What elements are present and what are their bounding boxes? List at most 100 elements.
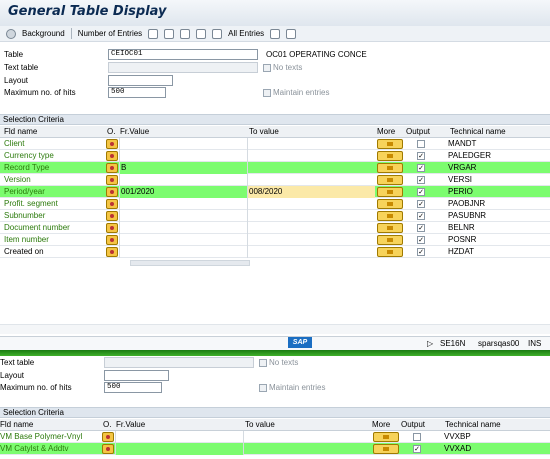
from-value-input[interactable] bbox=[119, 234, 247, 246]
option-selector-icon[interactable] bbox=[106, 247, 118, 257]
output-checkbox[interactable]: ✓ bbox=[417, 224, 425, 232]
from-value-input[interactable] bbox=[119, 246, 247, 258]
select-block-icon[interactable] bbox=[180, 28, 191, 39]
output-checkbox[interactable]: ✓ bbox=[417, 200, 425, 208]
output-checkbox[interactable]: ✓ bbox=[417, 176, 425, 184]
multiple-selection-button[interactable] bbox=[377, 199, 403, 209]
technical-name: HZDAT bbox=[448, 247, 475, 256]
text-table-label: Text table bbox=[4, 63, 39, 72]
to-value-input[interactable] bbox=[247, 246, 375, 258]
multiple-selection-button[interactable] bbox=[377, 175, 403, 185]
layout-input[interactable] bbox=[108, 75, 173, 86]
option-selector-icon[interactable] bbox=[102, 432, 114, 442]
option-selector-icon[interactable] bbox=[106, 235, 118, 245]
all-entries-icon[interactable] bbox=[212, 28, 223, 39]
table-input[interactable]: CEIOC01 bbox=[108, 49, 258, 60]
technical-name: PASUBNR bbox=[448, 211, 487, 220]
from-value-input[interactable] bbox=[119, 138, 247, 150]
to-value-input[interactable] bbox=[247, 222, 375, 234]
multiple-selection-button[interactable] bbox=[377, 187, 403, 197]
horizontal-scrollbar[interactable] bbox=[0, 324, 550, 334]
from-value-input[interactable] bbox=[115, 431, 243, 443]
output-checkbox[interactable]: ✓ bbox=[413, 445, 421, 453]
multiple-selection-button[interactable] bbox=[377, 235, 403, 245]
option-selector-icon[interactable] bbox=[106, 175, 118, 185]
to-value-input[interactable] bbox=[247, 150, 375, 162]
from-value-input[interactable] bbox=[119, 174, 247, 186]
option-selector-icon[interactable] bbox=[106, 151, 118, 161]
multiple-selection-button[interactable] bbox=[377, 163, 403, 173]
application-toolbar: Background Number of Entries All Entries bbox=[0, 26, 550, 42]
output-checkbox[interactable]: ✓ bbox=[417, 164, 425, 172]
multiple-selection-button[interactable] bbox=[373, 432, 399, 442]
from-value-input[interactable]: B bbox=[119, 162, 247, 174]
from-value-input[interactable] bbox=[119, 222, 247, 234]
option-selector-icon[interactable] bbox=[106, 223, 118, 233]
background-button[interactable]: Background bbox=[22, 29, 65, 38]
lower-no-texts-checkbox[interactable] bbox=[259, 359, 267, 367]
sap-logo: SAP bbox=[288, 337, 312, 348]
deselect-all-icon[interactable] bbox=[164, 28, 175, 39]
output-checkbox[interactable] bbox=[417, 140, 425, 148]
to-value-input[interactable] bbox=[247, 174, 375, 186]
technical-settings-icon[interactable] bbox=[286, 28, 297, 39]
execute-icon[interactable] bbox=[6, 28, 16, 39]
lower-max-hits-input[interactable]: 500 bbox=[104, 382, 162, 393]
to-value-input[interactable] bbox=[247, 162, 375, 174]
select-all-icon[interactable] bbox=[148, 28, 159, 39]
output-checkbox[interactable]: ✓ bbox=[417, 236, 425, 244]
text-table-input bbox=[108, 62, 258, 73]
to-value-input[interactable] bbox=[247, 198, 375, 210]
page-title: General Table Display bbox=[8, 4, 167, 19]
multiple-selection-button[interactable] bbox=[377, 211, 403, 221]
multiple-selection-button[interactable] bbox=[373, 444, 399, 454]
variant-icon[interactable] bbox=[270, 28, 281, 39]
technical-name: PERIO bbox=[448, 187, 473, 196]
maintain-entries-checkbox[interactable] bbox=[263, 89, 271, 97]
lower-layout-input[interactable] bbox=[104, 370, 169, 381]
multiple-selection-button[interactable] bbox=[377, 151, 403, 161]
number-of-entries-button[interactable]: Number of Entries bbox=[78, 29, 142, 38]
status-play-icon[interactable]: ▷ bbox=[427, 339, 433, 348]
multiple-selection-button[interactable] bbox=[377, 223, 403, 233]
output-checkbox[interactable]: ✓ bbox=[417, 188, 425, 196]
to-value-input[interactable] bbox=[243, 431, 371, 443]
table-row: Currency type ✓ PALEDGER bbox=[0, 150, 550, 162]
max-hits-input[interactable]: 500 bbox=[108, 87, 166, 98]
output-checkbox[interactable]: ✓ bbox=[417, 248, 425, 256]
technical-name: VRGAR bbox=[448, 163, 477, 172]
from-value-input[interactable] bbox=[119, 150, 247, 162]
table-row: Subnumber ✓ PASUBNR bbox=[0, 210, 550, 222]
multiple-selection-button[interactable] bbox=[377, 247, 403, 257]
all-entries-button[interactable]: All Entries bbox=[228, 29, 264, 38]
from-value-input[interactable] bbox=[115, 443, 243, 455]
table-row: Version ✓ VERSI bbox=[0, 174, 550, 186]
to-value-input[interactable] bbox=[247, 234, 375, 246]
table-row: Record Type B ✓ VRGAR bbox=[0, 162, 550, 174]
option-selector-icon[interactable] bbox=[102, 444, 114, 454]
multiple-selection-button[interactable] bbox=[377, 139, 403, 149]
option-selector-icon[interactable] bbox=[106, 199, 118, 209]
grid-scrollbar[interactable] bbox=[130, 260, 250, 266]
to-value-input[interactable] bbox=[243, 443, 371, 455]
to-value-input[interactable] bbox=[247, 210, 375, 222]
output-checkbox[interactable]: ✓ bbox=[417, 152, 425, 160]
delete-selection-icon[interactable] bbox=[196, 28, 207, 39]
lower-maintain-entries-checkbox[interactable] bbox=[259, 384, 267, 392]
no-texts-checkbox[interactable] bbox=[263, 64, 271, 72]
table-row: Document number ✓ BELNR bbox=[0, 222, 550, 234]
title-bar: General Table Display bbox=[0, 0, 550, 26]
to-value-input[interactable]: 008/2020 bbox=[247, 186, 375, 198]
option-selector-icon[interactable] bbox=[106, 139, 118, 149]
output-checkbox[interactable]: ✓ bbox=[417, 212, 425, 220]
option-selector-icon[interactable] bbox=[106, 187, 118, 197]
field-name: Client bbox=[4, 139, 25, 148]
option-selector-icon[interactable] bbox=[106, 163, 118, 173]
option-selector-icon[interactable] bbox=[106, 211, 118, 221]
from-value-input[interactable]: 001/2020 bbox=[119, 186, 247, 198]
lower-maintain-entries-label: Maintain entries bbox=[269, 383, 326, 392]
from-value-input[interactable] bbox=[119, 198, 247, 210]
from-value-input[interactable] bbox=[119, 210, 247, 222]
to-value-input[interactable] bbox=[247, 138, 375, 150]
output-checkbox[interactable] bbox=[413, 433, 421, 441]
